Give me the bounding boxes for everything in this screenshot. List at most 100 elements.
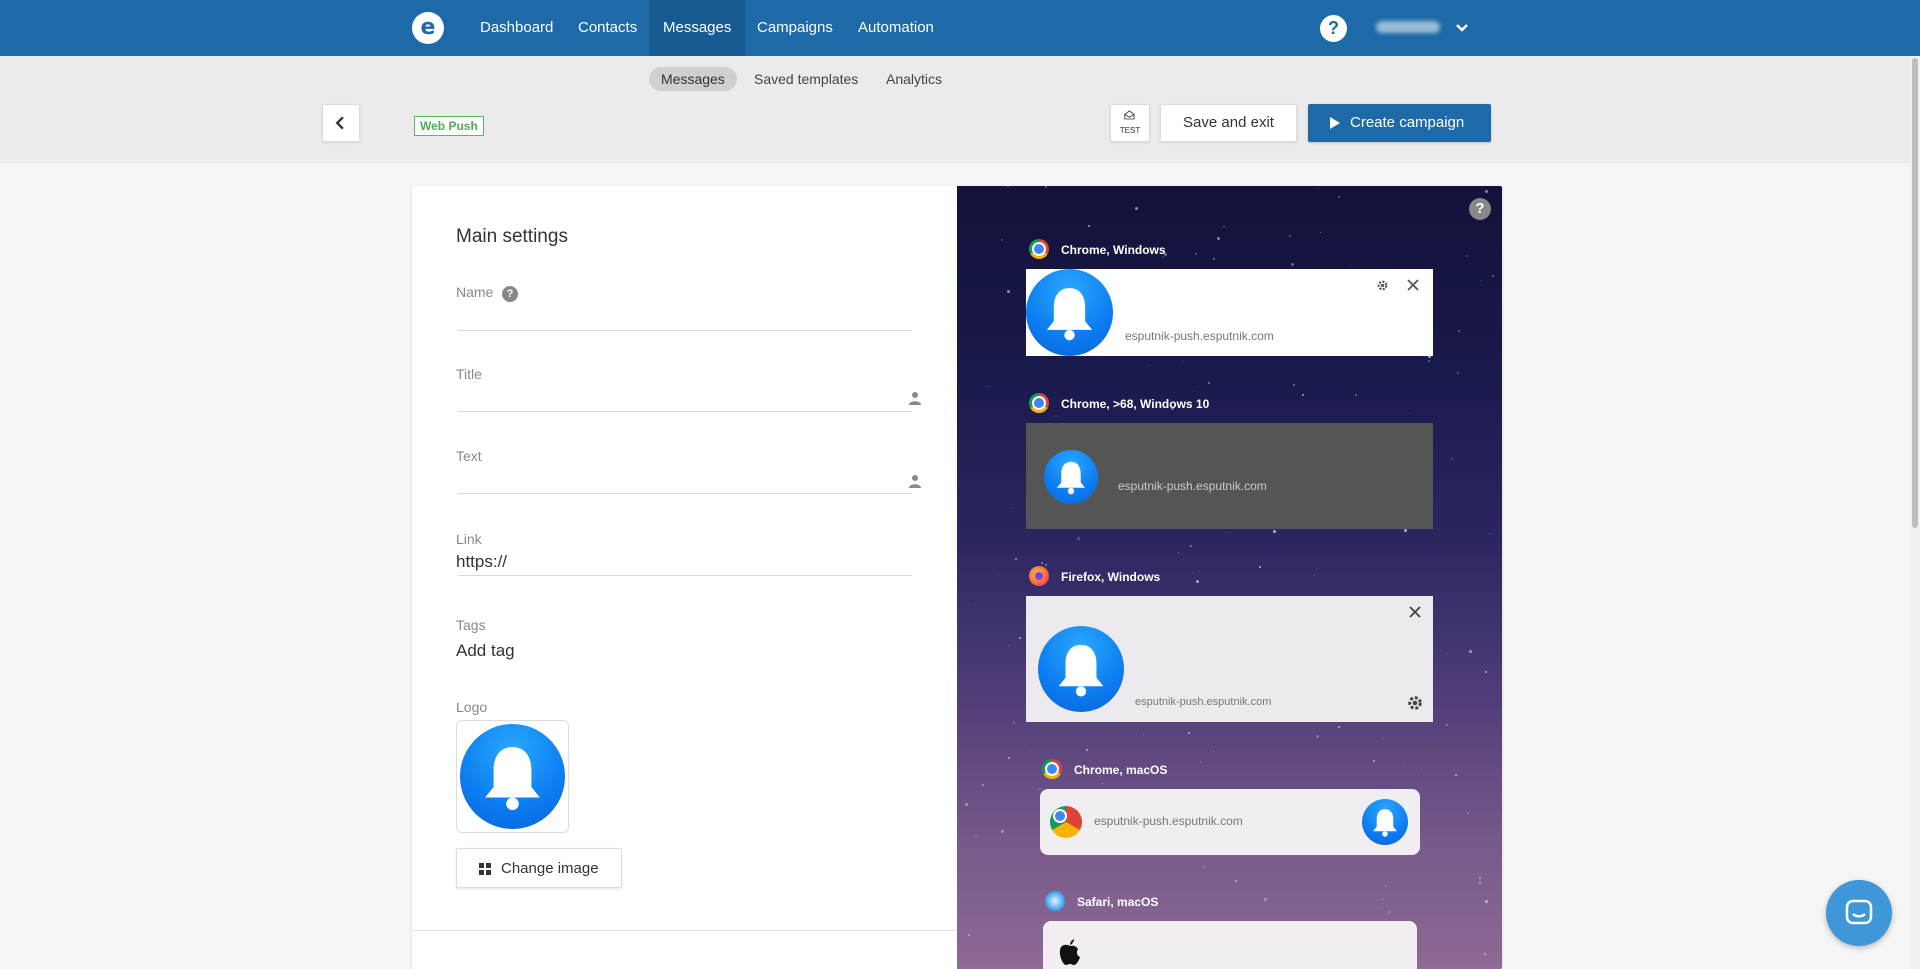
name-help-icon[interactable]: ? bbox=[502, 286, 518, 302]
background-star bbox=[1377, 907, 1378, 908]
change-image-label: Change image bbox=[501, 860, 599, 877]
background-star bbox=[1001, 239, 1003, 241]
test-label: TEST bbox=[1119, 126, 1141, 135]
link-input[interactable] bbox=[458, 575, 912, 576]
logo-label: Logo bbox=[456, 699, 488, 715]
save-and-exit-button[interactable]: Save and exit bbox=[1160, 104, 1297, 142]
preview-chrome-macos: esputnik-push.esputnik.com bbox=[1040, 789, 1420, 855]
background-star bbox=[1302, 394, 1304, 396]
background-star bbox=[1458, 330, 1460, 332]
background-star bbox=[1291, 263, 1294, 266]
background-star bbox=[1446, 724, 1448, 726]
personalization-icon[interactable] bbox=[909, 391, 921, 405]
nav-contacts[interactable]: Contacts bbox=[564, 0, 651, 56]
create-campaign-button[interactable]: Create campaign bbox=[1308, 104, 1491, 142]
nav-automation[interactable]: Automation bbox=[844, 0, 948, 56]
nav-messages[interactable]: Messages bbox=[649, 0, 746, 56]
background-star bbox=[1086, 749, 1088, 751]
subtab-messages[interactable]: Messages bbox=[649, 67, 737, 91]
background-star bbox=[1314, 575, 1315, 576]
section-divider bbox=[412, 930, 957, 931]
background-star bbox=[1316, 735, 1319, 738]
title-label: Title bbox=[456, 366, 482, 382]
background-star bbox=[1467, 812, 1469, 814]
background-star bbox=[1007, 186, 1009, 188]
esputnik-logo[interactable]: e bbox=[412, 12, 444, 44]
background-star bbox=[1289, 235, 1291, 237]
help-icon[interactable]: ? bbox=[1320, 15, 1347, 42]
preview-safari-macos bbox=[1043, 921, 1417, 969]
preview-browser-label: Firefox, Windows bbox=[1061, 570, 1161, 584]
name-input[interactable] bbox=[458, 330, 912, 331]
chrome-icon bbox=[1050, 806, 1082, 838]
background-star bbox=[1485, 671, 1487, 673]
subtab-saved-templates[interactable]: Saved templates bbox=[742, 67, 870, 91]
change-image-button[interactable]: Change image bbox=[456, 848, 622, 888]
background-star bbox=[1203, 866, 1205, 868]
text-label: Text bbox=[456, 448, 482, 464]
background-star bbox=[1045, 564, 1047, 566]
background-star bbox=[1193, 572, 1194, 573]
background-star bbox=[968, 934, 970, 936]
back-button[interactable] bbox=[322, 104, 360, 142]
chevron-down-icon[interactable] bbox=[1452, 18, 1472, 38]
background-star bbox=[1213, 751, 1214, 752]
background-star bbox=[1485, 190, 1488, 193]
background-star bbox=[1183, 361, 1184, 362]
play-icon bbox=[1330, 117, 1340, 129]
background-star bbox=[1480, 280, 1481, 281]
notification-preview: ? Chrome, Windows esputnik-push.esputnik… bbox=[957, 186, 1502, 969]
scrollbar-thumb[interactable] bbox=[1912, 58, 1918, 528]
background-star bbox=[1223, 226, 1225, 228]
chat-support-button[interactable] bbox=[1826, 880, 1892, 946]
background-star bbox=[968, 604, 969, 605]
close-icon bbox=[1407, 279, 1419, 291]
background-star bbox=[1178, 552, 1179, 553]
background-star bbox=[1105, 911, 1106, 912]
user-account-name[interactable] bbox=[1376, 21, 1440, 33]
background-star bbox=[1055, 415, 1057, 417]
background-star bbox=[1293, 384, 1295, 386]
chat-bubble-icon bbox=[1845, 899, 1873, 925]
section-title: Main settings bbox=[456, 226, 568, 247]
background-star bbox=[1007, 290, 1010, 293]
bell-icon bbox=[1038, 626, 1124, 712]
tags-label: Tags bbox=[456, 617, 486, 633]
background-star bbox=[1015, 558, 1017, 560]
background-star bbox=[1383, 738, 1384, 739]
preview-url: esputnik-push.esputnik.com bbox=[1118, 479, 1267, 493]
link-input-value[interactable]: https:// bbox=[456, 552, 507, 572]
background-star bbox=[958, 842, 959, 843]
background-star bbox=[1410, 413, 1411, 414]
background-star bbox=[1194, 391, 1195, 392]
nav-campaigns[interactable]: Campaigns bbox=[743, 0, 847, 56]
nav-dashboard[interactable]: Dashboard bbox=[466, 0, 567, 56]
background-star bbox=[998, 574, 999, 575]
bell-icon bbox=[460, 724, 565, 829]
background-star bbox=[1421, 768, 1422, 769]
page-scrollbar[interactable] bbox=[1910, 56, 1920, 969]
background-star bbox=[1039, 788, 1041, 790]
background-star bbox=[1259, 566, 1261, 568]
apple-icon bbox=[1059, 939, 1080, 965]
test-send-button[interactable]: TEST bbox=[1110, 104, 1150, 142]
background-star bbox=[1045, 186, 1047, 188]
background-star bbox=[1388, 911, 1390, 913]
subtab-analytics[interactable]: Analytics bbox=[874, 67, 954, 91]
preview-browser-label: Chrome, macOS bbox=[1074, 763, 1168, 777]
bell-icon bbox=[1362, 799, 1408, 845]
main-settings-section: Main settings Name ? Title Text Link htt… bbox=[412, 186, 957, 969]
add-tag-input[interactable]: Add tag bbox=[456, 641, 515, 661]
background-star bbox=[1013, 722, 1015, 724]
text-input[interactable] bbox=[458, 493, 912, 494]
background-star bbox=[1492, 275, 1494, 277]
preview-help-icon[interactable]: ? bbox=[1469, 198, 1491, 220]
personalization-icon[interactable] bbox=[909, 474, 921, 488]
preview-url: esputnik-push.esputnik.com bbox=[1094, 814, 1243, 828]
background-star bbox=[1135, 207, 1138, 210]
title-input[interactable] bbox=[458, 411, 912, 412]
firefox-icon bbox=[1029, 566, 1049, 586]
background-star bbox=[1190, 545, 1192, 547]
background-star bbox=[1008, 757, 1010, 759]
background-star bbox=[1404, 529, 1407, 532]
